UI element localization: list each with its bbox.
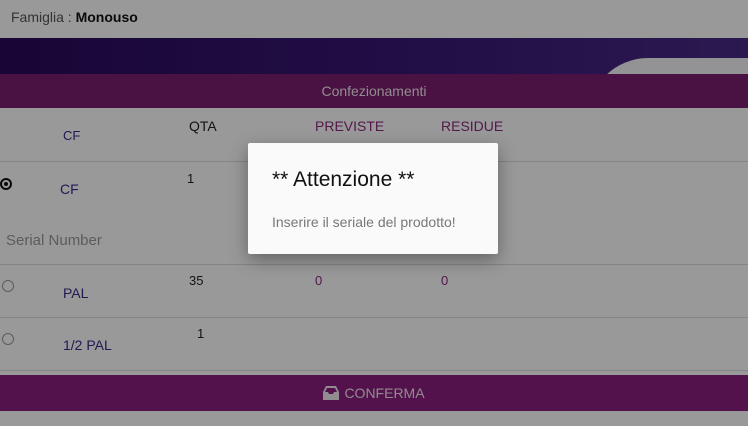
dialog-title: ** Attenzione ** bbox=[272, 168, 415, 191]
page: Famiglia : Monouso Confezionamenti CF QT… bbox=[0, 0, 748, 426]
dialog-message: Inserire il seriale del prodotto! bbox=[272, 214, 456, 230]
alert-dialog: ** Attenzione ** Inserire il seriale del… bbox=[248, 143, 498, 254]
